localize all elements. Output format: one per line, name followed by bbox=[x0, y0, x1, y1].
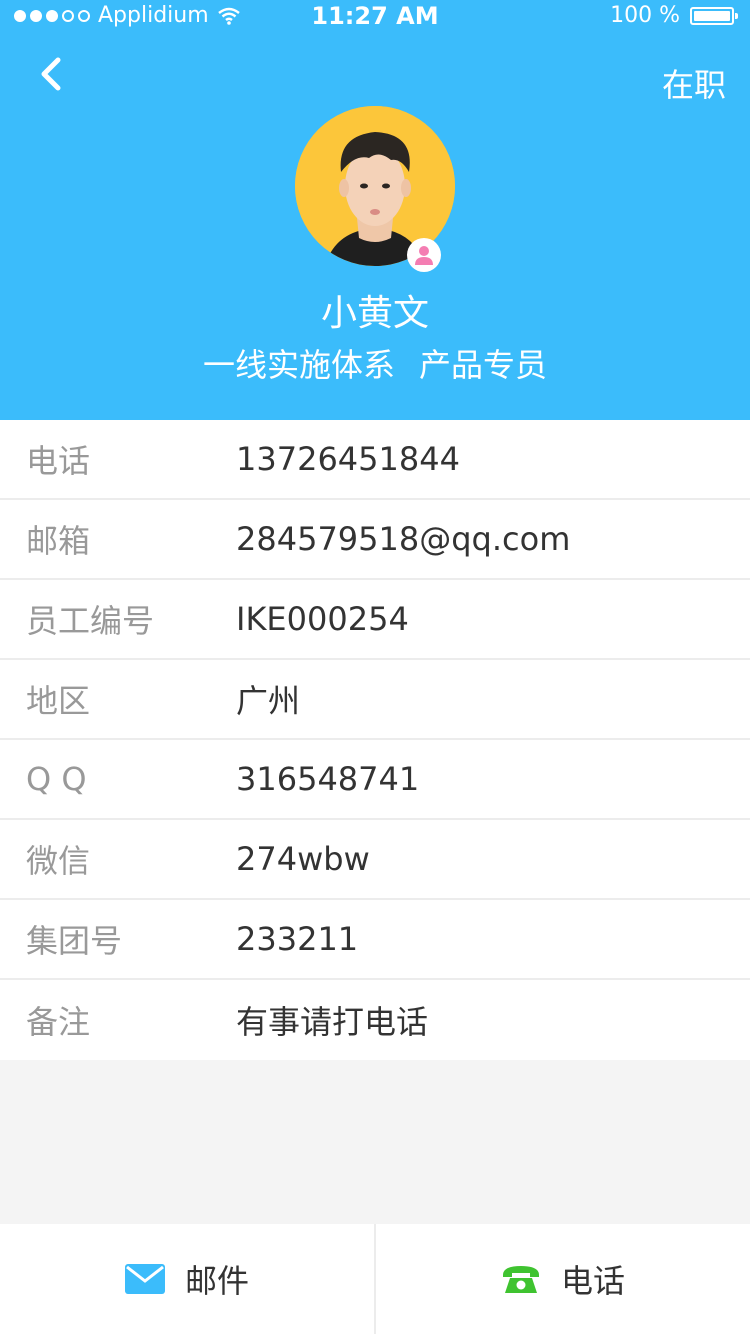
avatar-container[interactable] bbox=[295, 106, 455, 272]
field-row-region: 地区 广州 bbox=[0, 660, 750, 740]
mail-label: 邮件 bbox=[184, 1262, 249, 1300]
field-label: 邮箱 bbox=[26, 522, 91, 560]
field-value: IKE000254 bbox=[236, 600, 409, 638]
field-label: 备注 bbox=[26, 1003, 91, 1041]
field-label: Q Q bbox=[26, 760, 87, 798]
battery-icon bbox=[690, 6, 738, 25]
field-row-wechat: 微信 274wbw bbox=[0, 820, 750, 900]
info-list: 电话 13726451844 邮箱 284579518@qq.com 员工编号 … bbox=[0, 420, 750, 1060]
field-label: 集团号 bbox=[26, 922, 123, 960]
department: 一线实施体系 bbox=[202, 346, 395, 384]
employee-position: 一线实施体系 产品专员 bbox=[0, 340, 750, 386]
user-icon bbox=[415, 246, 433, 265]
field-row-phone[interactable]: 电话 13726451844 bbox=[0, 420, 750, 500]
field-value: 316548741 bbox=[236, 760, 420, 798]
action-bar: 邮件 电话 bbox=[0, 1224, 750, 1334]
field-row-employee-id: 员工编号 IKE000254 bbox=[0, 580, 750, 660]
battery-group: 100 % bbox=[610, 3, 738, 28]
battery-percent: 100 % bbox=[610, 3, 680, 28]
field-row-email[interactable]: 邮箱 284579518@qq.com bbox=[0, 500, 750, 580]
field-row-group-number: 集团号 233211 bbox=[0, 900, 750, 980]
back-button[interactable] bbox=[34, 52, 74, 96]
field-value: 13726451844 bbox=[236, 440, 460, 478]
call-phone-button[interactable]: 电话 bbox=[374, 1224, 750, 1334]
phone-icon bbox=[502, 1266, 539, 1293]
send-mail-button[interactable]: 邮件 bbox=[0, 1224, 374, 1334]
field-label: 员工编号 bbox=[26, 602, 155, 640]
field-label: 微信 bbox=[26, 842, 91, 880]
job-title: 产品专员 bbox=[419, 346, 548, 384]
user-badge bbox=[407, 238, 441, 272]
phone-label: 电话 bbox=[560, 1262, 625, 1300]
field-row-qq: Q Q 316548741 bbox=[0, 740, 750, 820]
chevron-left-icon bbox=[41, 57, 61, 91]
field-value: 广州 bbox=[236, 682, 301, 720]
field-value: 274wbw bbox=[236, 840, 370, 878]
field-value: 有事请打电话 bbox=[236, 1003, 429, 1041]
field-value: 233211 bbox=[236, 920, 359, 958]
employment-status: 在职 bbox=[661, 66, 726, 104]
employee-name: 小黄文 bbox=[320, 293, 429, 334]
field-row-remark: 备注 有事请打电话 bbox=[0, 980, 750, 1060]
mail-icon bbox=[124, 1264, 165, 1294]
field-label: 地区 bbox=[26, 682, 91, 720]
field-value: 284579518@qq.com bbox=[236, 520, 571, 558]
field-label: 电话 bbox=[26, 442, 91, 480]
status-bar: Applidium 11:27 AM 100 % bbox=[0, 0, 750, 32]
profile-header: Applidium 11:27 AM 100 % 在职 小黄文 一线实施体系 产… bbox=[0, 0, 750, 420]
